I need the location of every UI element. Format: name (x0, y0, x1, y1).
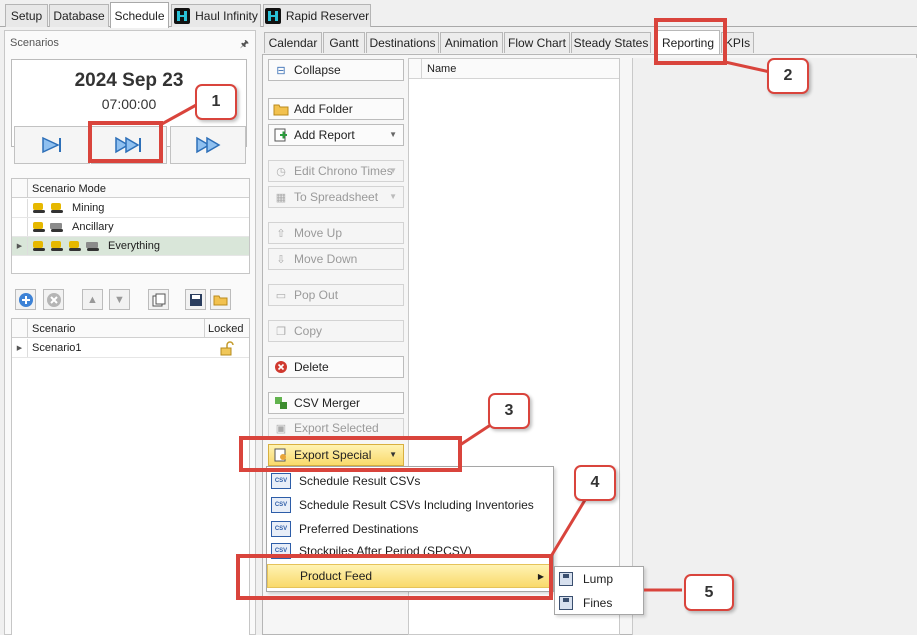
highlight-export-special (239, 436, 462, 472)
highlight-reporting-tab (654, 18, 727, 65)
callout-number: 1 (211, 93, 221, 110)
highlight-product-feed (236, 554, 553, 600)
callout-number: 2 (783, 67, 793, 84)
callout-2: 2 (767, 58, 809, 94)
callout-1: 1 (195, 84, 237, 120)
callout-number: 4 (590, 474, 600, 491)
callout-number: 3 (504, 402, 514, 419)
callout-5: 5 (684, 574, 734, 611)
callout-leader-lines (159, 60, 771, 592)
highlight-step-to-end (88, 121, 163, 163)
callout-3: 3 (488, 393, 530, 429)
callout-4: 4 (574, 465, 616, 501)
callout-number: 5 (704, 583, 714, 601)
